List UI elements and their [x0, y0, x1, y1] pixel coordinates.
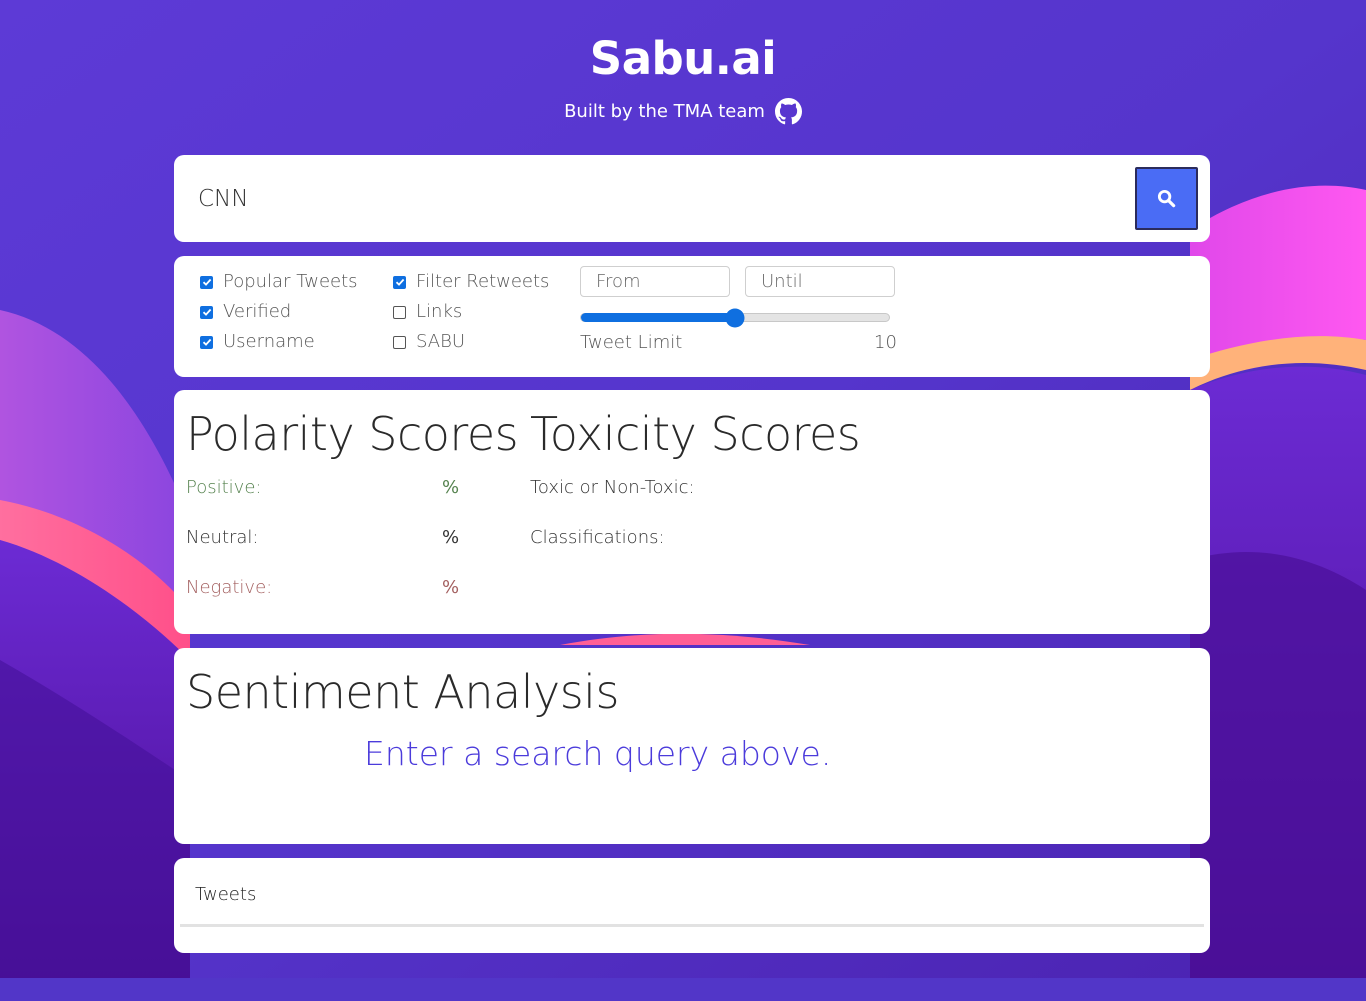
- sabu-checkbox[interactable]: SABU: [393, 331, 465, 353]
- tweet-limit-value: 10: [874, 332, 897, 353]
- byline: Built by the TMA team: [0, 98, 1366, 125]
- positive-percent: %: [442, 477, 460, 498]
- tweets-title: Tweets: [195, 884, 257, 905]
- checkbox-unchecked[interactable]: [393, 305, 406, 319]
- slider-fill: [581, 313, 735, 322]
- empty-state-hint: Enter a search query above.: [364, 734, 832, 773]
- filter-retweets-label: Filter Retweets: [416, 271, 550, 292]
- checkbox-checked[interactable]: [200, 275, 213, 289]
- sentiment-card: Sentiment Analysis Enter a search query …: [174, 648, 1210, 844]
- scores-card: Polarity Scores Positive: % Neutral: % N…: [174, 390, 1210, 634]
- search-card: [174, 155, 1210, 242]
- checkbox-checked[interactable]: [200, 305, 213, 319]
- links-checkbox[interactable]: Links: [393, 301, 462, 323]
- verified-checkbox[interactable]: Verified: [200, 301, 291, 323]
- search-input[interactable]: [198, 179, 1098, 219]
- popular-tweets-label: Popular Tweets: [223, 271, 358, 292]
- popular-tweets-checkbox[interactable]: Popular Tweets: [200, 271, 358, 293]
- brand-title: Sabu.ai: [589, 32, 777, 85]
- search-icon: [1157, 189, 1176, 208]
- footer-bar: [0, 978, 1366, 1001]
- neutral-label: Neutral:: [186, 527, 259, 548]
- tweets-card: Tweets: [174, 858, 1210, 953]
- verified-label: Verified: [223, 301, 292, 322]
- links-label: Links: [416, 301, 463, 322]
- negative-percent: %: [442, 577, 460, 598]
- checkbox-checked[interactable]: [393, 275, 406, 289]
- positive-label: Positive:: [186, 477, 262, 498]
- username-label: Username: [223, 331, 315, 352]
- sentiment-title: Sentiment Analysis: [186, 665, 619, 719]
- toxic-label: Toxic or Non-Toxic:: [530, 477, 695, 498]
- slider-thumb[interactable]: [725, 308, 745, 327]
- filter-retweets-checkbox[interactable]: Filter Retweets: [393, 271, 549, 293]
- sabu-label: SABU: [416, 331, 466, 352]
- neutral-percent: %: [442, 527, 460, 548]
- polarity-title: Polarity Scores: [186, 407, 519, 461]
- negative-label: Negative:: [186, 577, 273, 598]
- from-date-input[interactable]: [580, 266, 730, 297]
- checkbox-unchecked[interactable]: [393, 335, 406, 349]
- github-icon[interactable]: [774, 98, 802, 125]
- username-checkbox[interactable]: Username: [200, 331, 315, 353]
- search-button[interactable]: [1135, 167, 1198, 230]
- checkbox-checked[interactable]: [200, 335, 213, 349]
- divider: [180, 924, 1204, 927]
- tweet-limit-label: Tweet Limit: [580, 332, 683, 353]
- tweet-limit-slider[interactable]: [580, 308, 890, 327]
- until-date-input[interactable]: [745, 266, 895, 297]
- filters-card: Popular Tweets Verified Username Filter …: [174, 256, 1210, 377]
- page-header: Sabu.ai Built by the TMA team: [0, 28, 1366, 125]
- toxicity-title: Toxicity Scores: [530, 407, 861, 461]
- byline-text: Built by the TMA team: [564, 100, 765, 122]
- classifications-label: Classifications:: [530, 527, 665, 548]
